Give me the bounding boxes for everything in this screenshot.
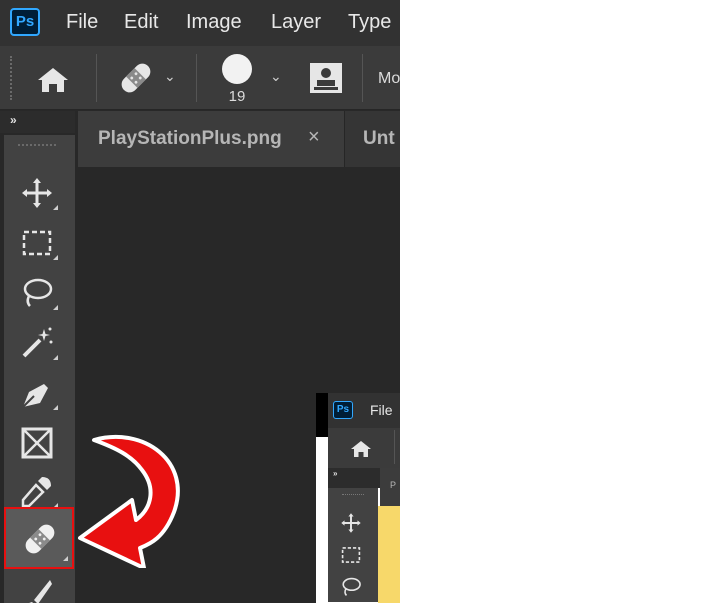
toolbar-grip[interactable] — [18, 144, 56, 150]
brush-size-label: 19 — [228, 88, 246, 105]
toolbar-collapse-icon[interactable]: » — [10, 113, 17, 127]
tool-flyout-indicator — [53, 305, 58, 310]
brush-chevron-down-icon[interactable]: ⌄ — [270, 68, 282, 85]
photoshop-window: Ps File Edit Image Layer Type ⌄ ⌄ 19 Mo … — [0, 0, 400, 603]
marquee-tool-icon[interactable] — [16, 222, 58, 262]
brush-tool-icon[interactable] — [16, 574, 58, 603]
options-separator — [196, 54, 197, 102]
tab-label: PlayStationPlus.png — [98, 128, 282, 149]
thumb-move-tool-icon — [340, 512, 362, 539]
menu-file[interactable]: File — [66, 10, 98, 34]
tool-preset-bandage-icon[interactable] — [116, 58, 156, 103]
frame-tool-icon[interactable] — [16, 422, 58, 462]
ps-logo: Ps — [10, 8, 40, 36]
eyedropper-tool-icon[interactable] — [16, 470, 58, 510]
lasso-tool-icon[interactable] — [16, 272, 58, 312]
tab-playstationplus[interactable]: PlayStationPlus.png × — [78, 111, 345, 167]
thumb-separator — [394, 430, 395, 464]
options-separator — [96, 54, 97, 102]
thumb-yellow-canvas — [378, 506, 400, 603]
thumb-lasso-tool-icon — [340, 576, 362, 603]
mode-label: Mo — [378, 70, 400, 87]
thumb-grip — [342, 494, 364, 495]
thumb-tab-label: P — [390, 480, 397, 490]
options-bar-grip[interactable] — [10, 56, 15, 100]
menu-type[interactable]: Type — [348, 10, 391, 34]
tab-untitled[interactable]: Unt — [363, 128, 395, 150]
options-bar: ⌄ ⌄ — [0, 46, 400, 110]
tool-preset-chevron-down-icon[interactable]: ⌄ — [164, 68, 176, 85]
menu-layer[interactable]: Layer — [271, 10, 321, 34]
tool-flyout-indicator — [53, 405, 58, 410]
thumb-ps-logo: Ps — [333, 401, 353, 419]
move-tool-icon[interactable] — [16, 172, 58, 212]
menu-image[interactable]: Image — [186, 10, 242, 34]
annotation-arrow-icon — [78, 434, 180, 568]
thumb-home-icon — [350, 440, 372, 463]
magic-wand-tool-icon[interactable] — [16, 322, 58, 362]
menu-bar: Ps File Edit Image Layer Type — [0, 0, 400, 46]
document-tab-strip: PlayStationPlus.png × Unt — [78, 111, 400, 167]
options-separator — [362, 54, 363, 102]
tool-flyout-indicator — [53, 205, 58, 210]
tab-close-icon[interactable]: × — [308, 126, 320, 149]
tool-flyout-indicator — [53, 355, 58, 360]
thumb-edge — [316, 393, 328, 437]
sample-mode-icon[interactable] — [309, 62, 343, 99]
thumb-menu-file: File — [370, 402, 393, 418]
pen-tool-icon[interactable] — [16, 372, 58, 412]
tool-flyout-indicator — [53, 255, 58, 260]
thumb-collapse-icon: » — [333, 469, 338, 478]
brush-preview-icon[interactable] — [222, 54, 252, 84]
bandage-icon — [25, 524, 55, 554]
thumb-marquee-tool-icon — [340, 544, 362, 571]
home-icon[interactable] — [36, 66, 70, 99]
menu-edit[interactable]: Edit — [124, 10, 158, 34]
